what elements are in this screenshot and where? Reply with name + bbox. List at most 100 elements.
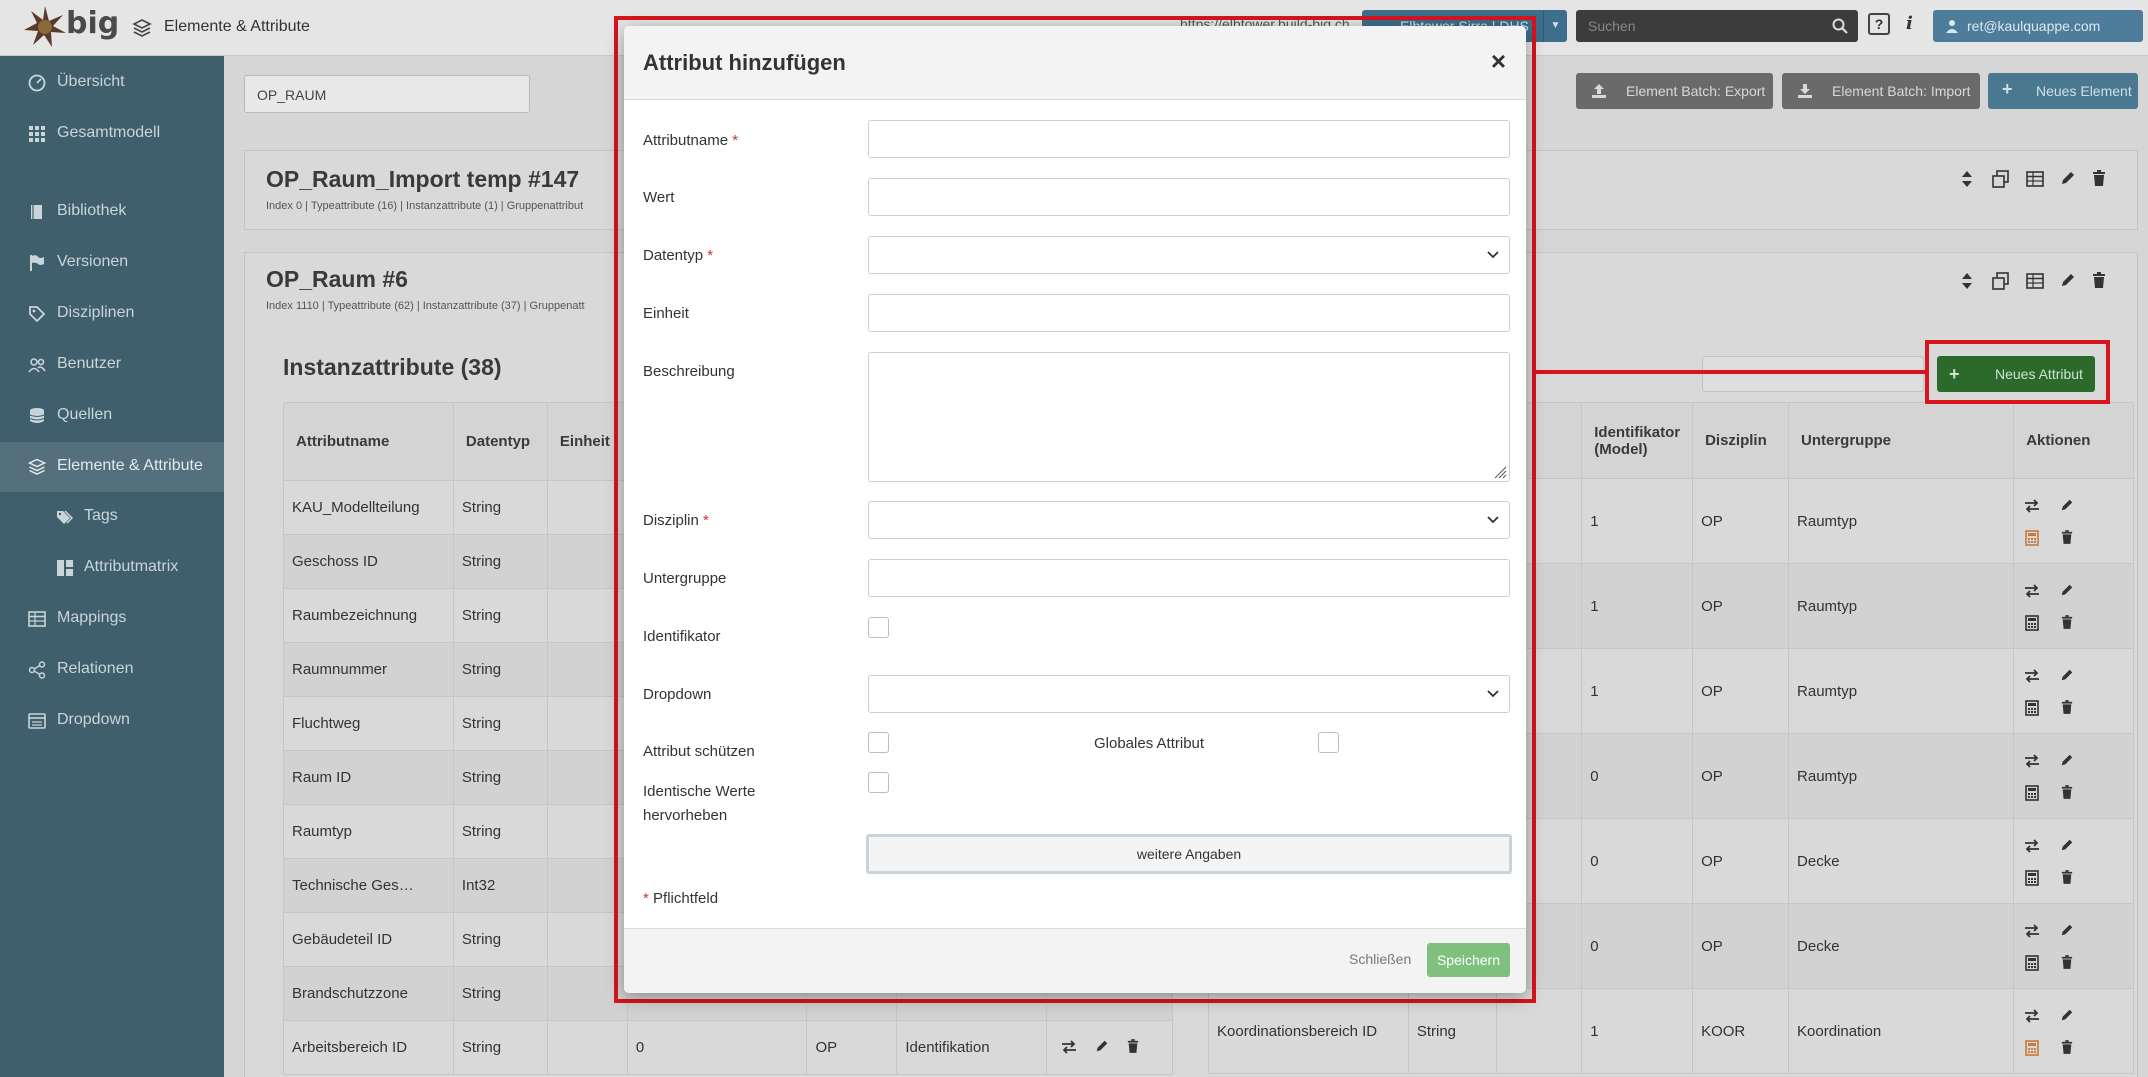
column-header[interactable]: Identifikator (Model) xyxy=(1581,402,1694,479)
calculator-icon[interactable] xyxy=(2025,785,2039,801)
dropdown-select[interactable] xyxy=(868,675,1510,713)
swap-icon[interactable] xyxy=(2024,923,2040,939)
database-icon xyxy=(29,408,45,423)
pencil-icon[interactable] xyxy=(2060,272,2078,290)
pencil-icon[interactable] xyxy=(2060,838,2074,852)
trash-icon[interactable] xyxy=(1127,1038,1143,1055)
sidebar-item-benutzer[interactable]: Benutzer xyxy=(0,340,224,390)
big-logo-icon[interactable] xyxy=(22,4,68,50)
beschreibung-textarea[interactable] xyxy=(868,352,1510,482)
sidebar-item-elemente-attribute[interactable]: Elemente & Attribute xyxy=(0,442,224,492)
sidebar-item-versionen[interactable]: Versionen xyxy=(0,238,224,288)
close-button[interactable]: Schließen xyxy=(1349,951,1411,967)
sidebar-item-label: Elemente & Attribute xyxy=(57,457,203,474)
copy-icon[interactable] xyxy=(1992,170,2010,188)
trash-icon[interactable] xyxy=(2061,530,2073,544)
swap-icon[interactable] xyxy=(2024,498,2040,514)
required-note: * Pflichtfeld xyxy=(643,890,719,907)
identische-werte-checkbox[interactable] xyxy=(868,772,889,793)
table-icon[interactable] xyxy=(2026,170,2044,188)
resize-grip-icon[interactable] xyxy=(1493,465,1507,479)
sidebar-item-mappings[interactable]: Mappings xyxy=(0,594,224,644)
attribut-schuetzen-checkbox[interactable] xyxy=(868,732,889,753)
sidebar-item-quellen[interactable]: Quellen xyxy=(0,391,224,441)
pencil-icon[interactable] xyxy=(2060,753,2074,767)
close-icon[interactable]: × xyxy=(1491,46,1506,77)
sidebar-item-disziplinen[interactable]: Disziplinen xyxy=(0,289,224,339)
column-header[interactable]: Attributname xyxy=(283,402,454,481)
trash-icon[interactable] xyxy=(2061,615,2073,629)
copy-icon[interactable] xyxy=(1992,272,2010,290)
sidebar-item-gesamtmodell[interactable]: Gesamtmodell xyxy=(0,109,224,159)
calculator-icon[interactable] xyxy=(2025,1040,2039,1056)
trash-icon[interactable] xyxy=(2061,1040,2073,1054)
calculator-icon[interactable] xyxy=(2025,530,2039,546)
table-row[interactable]: Arbeitsbereich ID String 0 OP Identifika… xyxy=(283,1020,1173,1075)
trash-icon[interactable] xyxy=(2092,272,2110,290)
swap-icon[interactable] xyxy=(2024,668,2040,684)
identifikator-checkbox[interactable] xyxy=(868,617,889,638)
help-icon[interactable]: ? xyxy=(1868,13,1890,35)
element-filter-input[interactable]: OP_RAUM xyxy=(244,75,530,113)
swap-icon[interactable] xyxy=(2024,1008,2040,1024)
column-header[interactable]: Disziplin xyxy=(1692,402,1790,479)
swap-icon[interactable] xyxy=(2024,753,2040,769)
attr-discipline: OP xyxy=(1692,563,1790,649)
untergruppe-input[interactable] xyxy=(868,559,1510,597)
save-button[interactable]: Speichern xyxy=(1427,943,1510,977)
calculator-icon[interactable] xyxy=(2025,955,2039,971)
trash-icon[interactable] xyxy=(2061,785,2073,799)
pencil-icon[interactable] xyxy=(2060,583,2074,597)
pencil-icon[interactable] xyxy=(2060,1008,2074,1022)
sidebar-item-label: Relationen xyxy=(57,660,134,677)
element-batch-import-button[interactable]: Element Batch: Import xyxy=(1782,73,1980,109)
attr-subgroup: Raumtyp xyxy=(1788,478,2015,564)
pencil-icon[interactable] xyxy=(2060,498,2074,512)
attribut-schuetzen-label: Attribut schützen xyxy=(643,743,755,760)
new-element-button[interactable]: + Neues Element xyxy=(1988,73,2138,109)
sidebar-item-bibliothek[interactable]: Bibliothek xyxy=(0,187,224,237)
beschreibung-label: Beschreibung xyxy=(643,363,735,380)
column-header[interactable]: Datentyp xyxy=(452,402,548,481)
sidebar-item-relationen[interactable]: Relationen xyxy=(0,645,224,695)
globales-attribut-label: Globales Attribut xyxy=(1094,735,1205,752)
swap-icon[interactable] xyxy=(2024,838,2040,854)
einheit-input[interactable] xyxy=(868,294,1510,332)
attribute-search-input[interactable] xyxy=(1702,356,1924,392)
global-search-input[interactable]: Suchen xyxy=(1576,10,1858,42)
weitere-angaben-button[interactable]: weitere Angaben xyxy=(866,834,1512,874)
swap-icon[interactable] xyxy=(1061,1039,1077,1055)
sort-icon[interactable] xyxy=(1960,272,1978,290)
sidebar-item-dropdown[interactable]: Dropdown xyxy=(0,696,224,746)
trash-icon[interactable] xyxy=(2061,870,2073,884)
sidebar-item-label: Disziplinen xyxy=(57,304,135,321)
column-header[interactable]: Aktionen xyxy=(2013,402,2134,479)
pencil-icon[interactable] xyxy=(1095,1039,1111,1055)
trash-icon[interactable] xyxy=(2092,170,2110,188)
calculator-icon[interactable] xyxy=(2025,870,2039,886)
swap-icon[interactable] xyxy=(2024,583,2040,599)
search-icon[interactable] xyxy=(1832,18,1848,34)
sort-icon[interactable] xyxy=(1960,170,1978,188)
sidebar-item-uebersicht[interactable]: Übersicht xyxy=(0,58,224,108)
trash-icon[interactable] xyxy=(2061,955,2073,969)
disziplin-select[interactable] xyxy=(868,501,1510,539)
sidebar-item-attributmatrix[interactable]: Attributmatrix xyxy=(0,543,224,593)
user-menu-button[interactable]: ret@kaulquappe.com xyxy=(1933,10,2143,42)
attr-identifier: 0 xyxy=(626,1020,808,1075)
sidebar-item-tags[interactable]: Tags xyxy=(0,492,224,542)
wert-input[interactable] xyxy=(868,178,1510,216)
table-icon[interactable] xyxy=(2026,272,2044,290)
attributname-input[interactable] xyxy=(868,120,1510,158)
pencil-icon[interactable] xyxy=(2060,923,2074,937)
calculator-icon[interactable] xyxy=(2025,615,2039,631)
globales-attribut-checkbox[interactable] xyxy=(1318,732,1339,753)
trash-icon[interactable] xyxy=(2061,700,2073,714)
pencil-icon[interactable] xyxy=(2060,668,2074,682)
calculator-icon[interactable] xyxy=(2025,700,2039,716)
pencil-icon[interactable] xyxy=(2060,170,2078,188)
column-header[interactable]: Untergruppe xyxy=(1788,402,2015,479)
info-icon[interactable]: i xyxy=(1906,13,1913,34)
datentyp-select[interactable] xyxy=(868,236,1510,274)
element-batch-export-button[interactable]: Element Batch: Export xyxy=(1576,73,1773,109)
